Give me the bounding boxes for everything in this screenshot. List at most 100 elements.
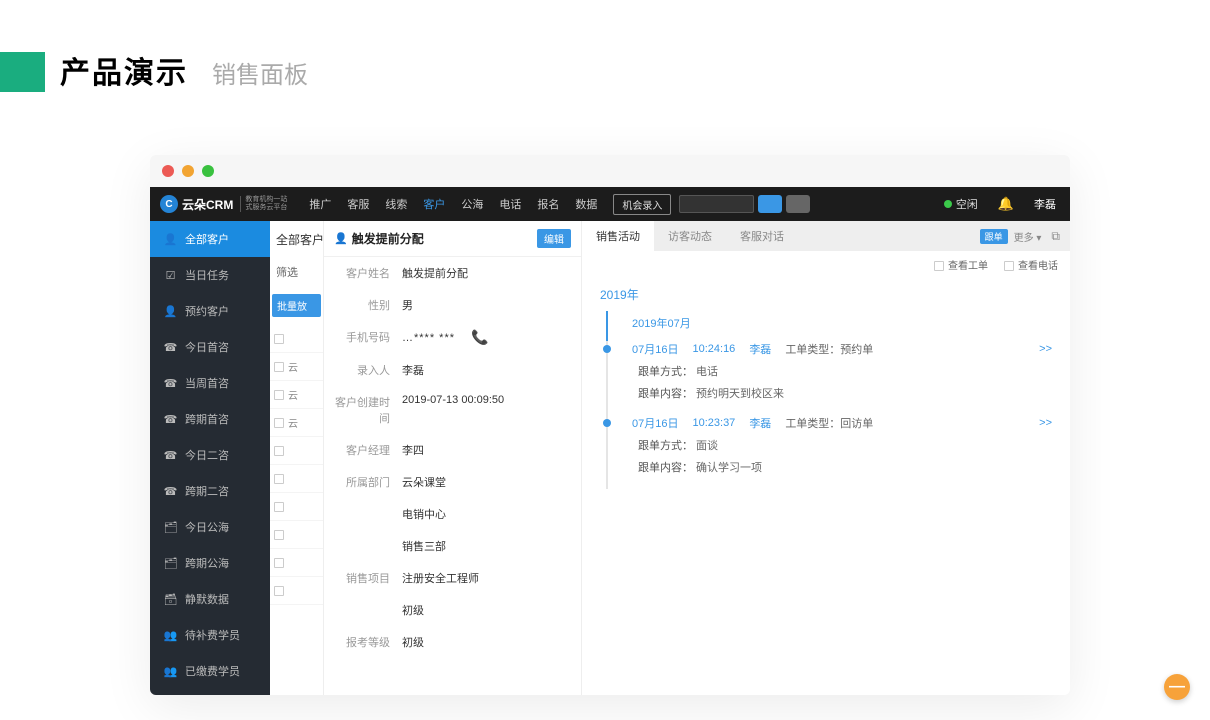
- view-call-checkbox[interactable]: 查看电话: [1004, 257, 1058, 272]
- filter-label[interactable]: 筛选: [270, 258, 323, 286]
- list-row[interactable]: [270, 325, 323, 353]
- call-hangup-button[interactable]: [786, 195, 810, 213]
- activity-tab-1[interactable]: 访客动态: [654, 221, 726, 251]
- sidebar-item-label: 待补费学员: [185, 627, 240, 643]
- batch-action-button[interactable]: 批量放: [272, 294, 321, 317]
- sidebar-item-10[interactable]: 🗃静默数据: [150, 581, 270, 617]
- sidebar-icon: 🗂: [164, 521, 177, 534]
- sidebar-item-label: 已缴费学员: [185, 663, 240, 679]
- search-input[interactable]: [679, 195, 754, 213]
- nav-item-3[interactable]: 客户: [415, 196, 453, 212]
- sidebar-item-6[interactable]: ☎今日二咨: [150, 437, 270, 473]
- sidebar-item-11[interactable]: 👥 待补费学员: [150, 617, 270, 653]
- checkbox[interactable]: [274, 474, 284, 484]
- timeline-entry: 07月16日10:23:37李磊工单类型：回访单>>跟单方式：面谈跟单内容：确认…: [606, 415, 1052, 489]
- checkbox[interactable]: [274, 586, 284, 596]
- checkbox[interactable]: [274, 334, 284, 344]
- status-dot-icon: [944, 200, 952, 208]
- sidebar-item-9[interactable]: 🗂跨期公海: [150, 545, 270, 581]
- sidebar-item-13[interactable]: 📖开通课程: [150, 689, 270, 695]
- sidebar-icon: ☑: [164, 269, 177, 282]
- nav-item-6[interactable]: 报名: [529, 196, 567, 212]
- checkbox[interactable]: [274, 530, 284, 540]
- list-row[interactable]: [270, 577, 323, 605]
- sidebar-item-12[interactable]: 👥 已缴费学员: [150, 653, 270, 689]
- entry-date: 07月16日: [632, 341, 678, 357]
- window-titlebar: [150, 155, 1070, 187]
- sidebar-icon: 👥: [164, 665, 177, 678]
- list-row[interactable]: [270, 493, 323, 521]
- entry-more[interactable]: >>: [1039, 343, 1052, 355]
- green-accent-block: [0, 52, 45, 92]
- sidebar-item-label: 当日任务: [185, 267, 229, 283]
- sidebar-icon: 👥: [164, 629, 177, 642]
- list-row[interactable]: 云: [270, 353, 323, 381]
- checkbox[interactable]: [274, 558, 284, 568]
- activity-tab-0[interactable]: 销售活动: [582, 221, 654, 251]
- list-row[interactable]: 云: [270, 409, 323, 437]
- follow-badge[interactable]: 跟单: [980, 229, 1008, 244]
- sidebar-item-7[interactable]: ☎跨期二咨: [150, 473, 270, 509]
- nav-item-2[interactable]: 线索: [377, 196, 415, 212]
- call-answer-button[interactable]: [758, 195, 782, 213]
- sidebar-item-3[interactable]: ☎今日首咨: [150, 329, 270, 365]
- minimize-icon[interactable]: [182, 165, 194, 177]
- checkbox[interactable]: [274, 446, 284, 456]
- sidebar-item-0[interactable]: 👤全部客户: [150, 221, 270, 257]
- sidebar-icon: 👤: [164, 233, 177, 246]
- sidebar-item-2[interactable]: 👤预约客户: [150, 293, 270, 329]
- field-value-dept1: 云朵课堂: [402, 474, 571, 490]
- sidebar-item-1[interactable]: ☑ 当日任务: [150, 257, 270, 293]
- entry-user: 李磊: [749, 415, 771, 431]
- timeline-entry: 07月16日10:24:16李磊工单类型：预约单>>跟单方式：电话跟单内容：预约…: [606, 341, 1052, 415]
- fab-button[interactable]: —: [1164, 674, 1190, 700]
- view-ticket-checkbox[interactable]: 查看工单: [934, 257, 988, 272]
- opportunity-button[interactable]: 机会录入: [613, 194, 671, 215]
- checkbox[interactable]: [274, 502, 284, 512]
- sidebar-item-5[interactable]: ☎跨期首咨: [150, 401, 270, 437]
- sidebar-item-8[interactable]: 🗂今日公海: [150, 509, 270, 545]
- nav-item-1[interactable]: 客服: [339, 196, 377, 212]
- checkbox[interactable]: [274, 390, 284, 400]
- maximize-icon[interactable]: [202, 165, 214, 177]
- checkbox[interactable]: [274, 362, 284, 372]
- nav-item-7[interactable]: 数据: [567, 196, 605, 212]
- call-icon[interactable]: 📞: [471, 329, 488, 346]
- entry-type: 工单类型：预约单: [785, 341, 873, 357]
- checkbox[interactable]: [274, 418, 284, 428]
- field-value-dept3: 销售三部: [402, 538, 571, 554]
- logo-text: 云朵CRM: [182, 196, 233, 213]
- activity-tab-2[interactable]: 客服对话: [726, 221, 798, 251]
- list-row[interactable]: [270, 465, 323, 493]
- activity-tabs: 销售活动访客动态客服对话 跟单 更多 ▾ ⧉: [582, 221, 1070, 251]
- list-row[interactable]: 云: [270, 381, 323, 409]
- nav-item-0[interactable]: 推广: [301, 196, 339, 212]
- timeline-year: 2019年: [600, 282, 1052, 311]
- field-value-gender: 男: [402, 297, 571, 313]
- list-row[interactable]: [270, 437, 323, 465]
- nav-item-5[interactable]: 电话: [491, 196, 529, 212]
- edit-button[interactable]: 编辑: [537, 229, 571, 248]
- popout-icon[interactable]: ⧉: [1051, 229, 1060, 244]
- phone-masked: …**** ***: [402, 332, 455, 344]
- nav-item-4[interactable]: 公海: [453, 196, 491, 212]
- entry-time: 10:23:37: [692, 417, 735, 429]
- entry-date: 07月16日: [632, 415, 678, 431]
- list-row[interactable]: [270, 549, 323, 577]
- user-name[interactable]: 李磊: [1034, 196, 1056, 212]
- bell-icon[interactable]: 🔔: [998, 196, 1014, 212]
- app-window: C 云朵CRM 教育机构一站 式服务云平台 推广客服线索客户公海电话报名数据 机…: [150, 155, 1070, 695]
- sidebar-item-label: 预约客户: [185, 303, 229, 319]
- field-label-manager: 客户经理: [334, 442, 390, 458]
- timeline-month: 2019年07月: [606, 311, 1052, 341]
- sidebar-item-label: 跨期首咨: [185, 411, 229, 427]
- field-value-manager: 李四: [402, 442, 571, 458]
- logo-subtext: 教育机构一站 式服务云平台: [240, 196, 287, 212]
- top-nav: C 云朵CRM 教育机构一站 式服务云平台 推广客服线索客户公海电话报名数据 机…: [150, 187, 1070, 221]
- entry-more[interactable]: >>: [1039, 417, 1052, 429]
- list-row[interactable]: [270, 521, 323, 549]
- more-dropdown[interactable]: 更多 ▾: [1014, 229, 1042, 244]
- sidebar-item-4[interactable]: ☎当周首咨: [150, 365, 270, 401]
- page-title: 产品演示: [60, 48, 188, 92]
- close-icon[interactable]: [162, 165, 174, 177]
